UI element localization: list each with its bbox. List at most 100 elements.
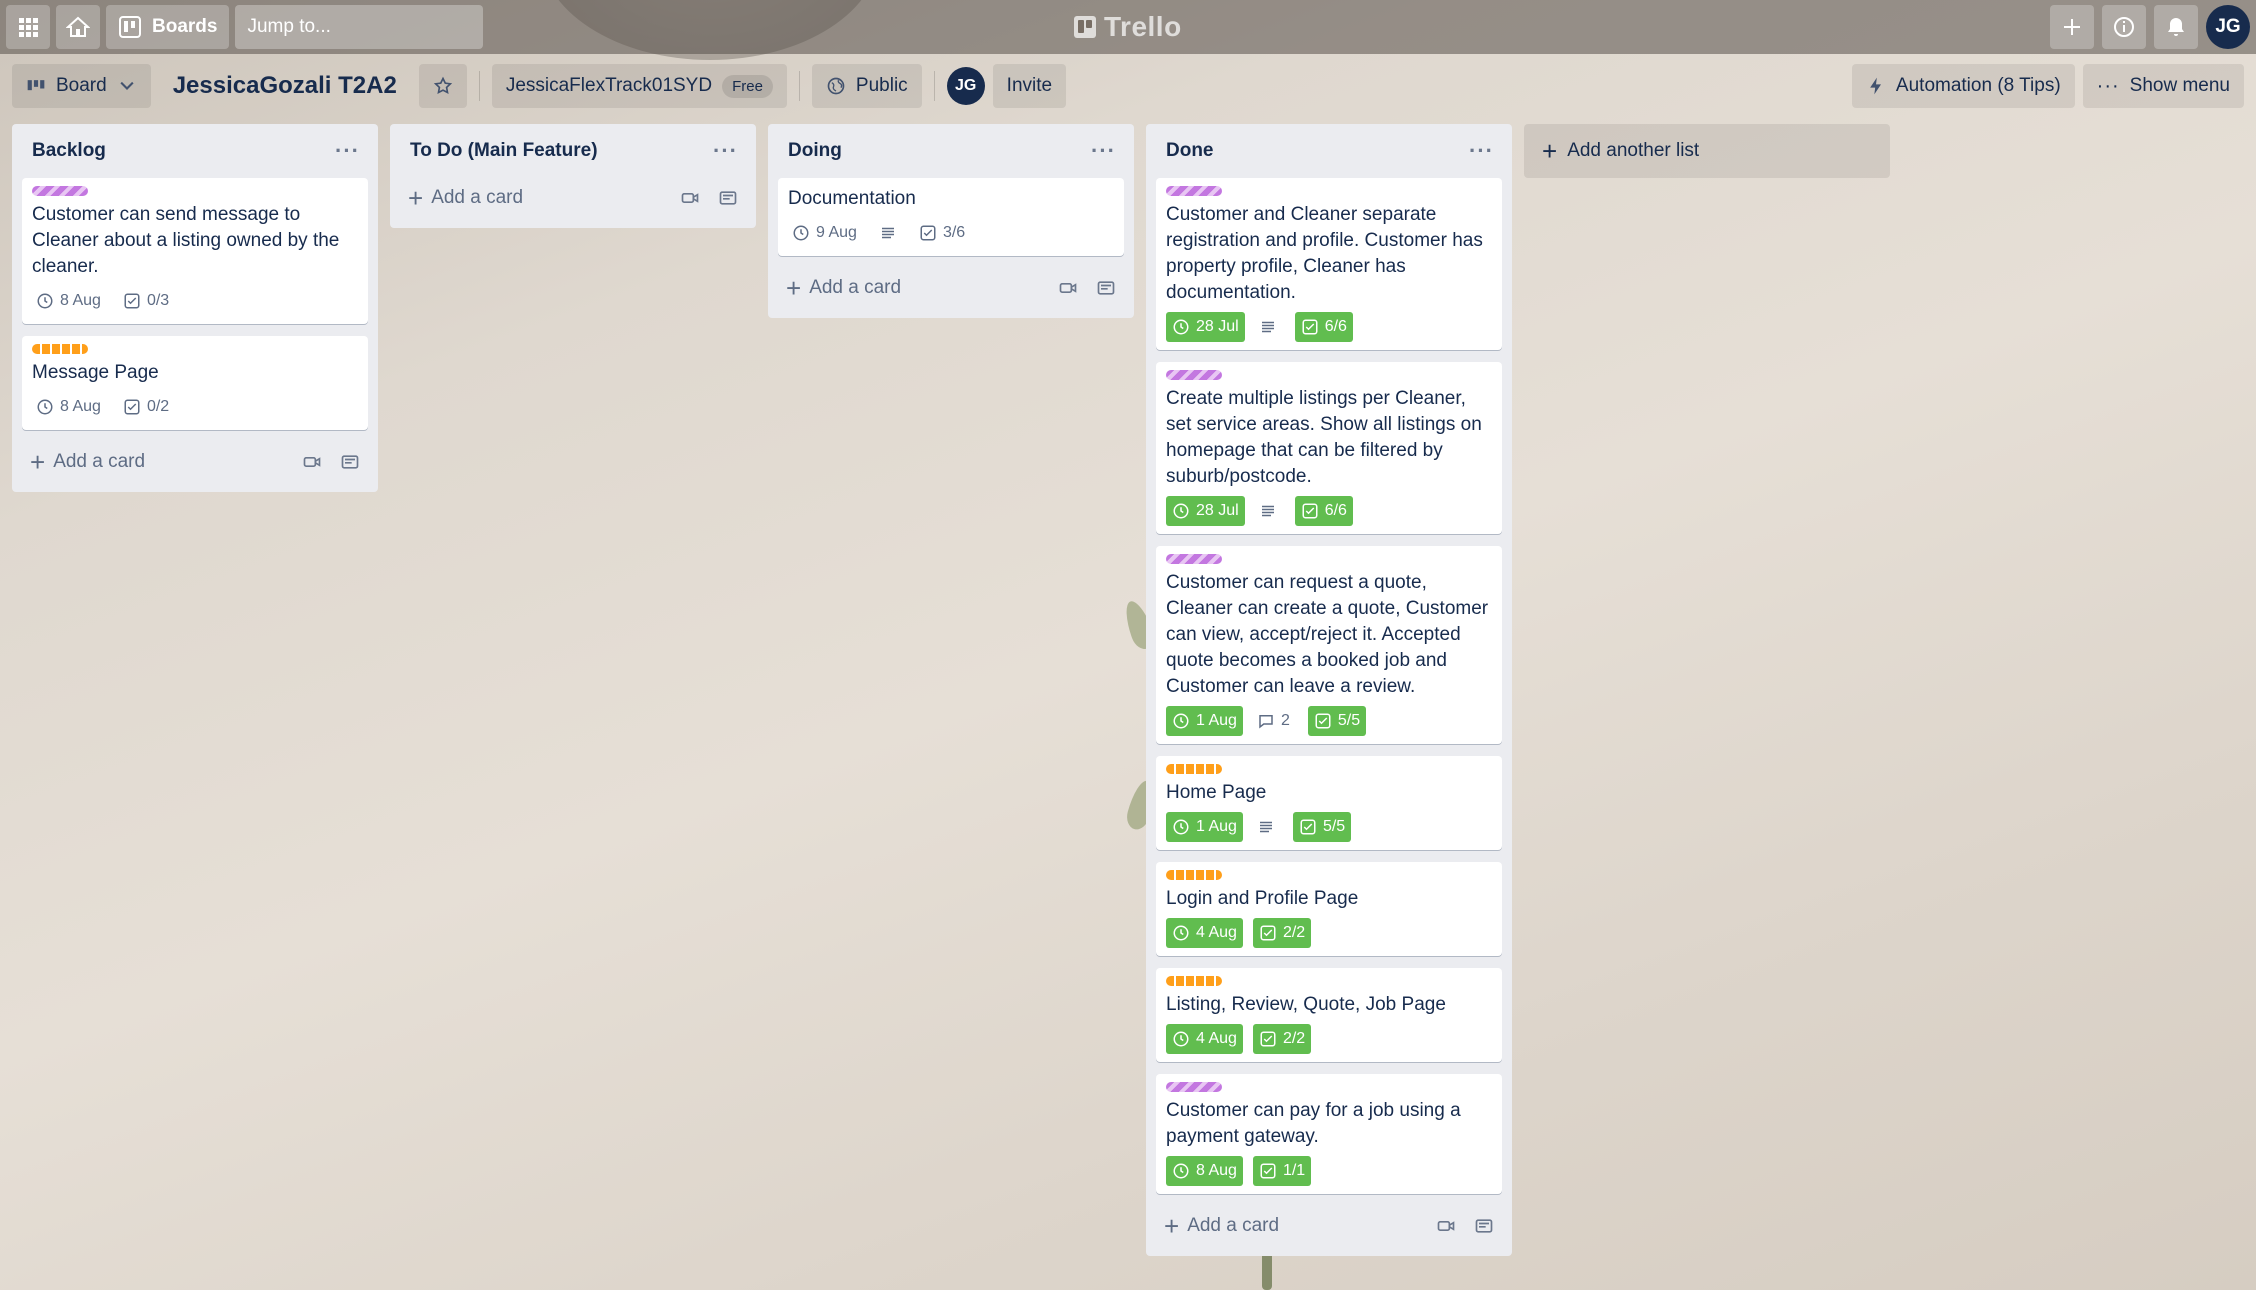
workspace-button[interactable]: JessicaFlexTrack01SYD Free (491, 64, 787, 108)
list-actions-icon[interactable]: ··· (1469, 138, 1494, 164)
card[interactable]: Customer can pay for a job using a payme… (1156, 1074, 1502, 1194)
header-divider (478, 71, 480, 101)
card[interactable]: Message Page 8 Aug 0/2 (22, 336, 368, 430)
board-member-avatar[interactable]: JG (946, 67, 985, 105)
due-date-badge[interactable]: 28 Jul (1166, 312, 1245, 342)
notifications-button[interactable] (2154, 5, 2198, 49)
camera-icon[interactable] (680, 188, 700, 208)
due-date-badge[interactable]: 8 Aug (1166, 1156, 1243, 1186)
visibility-button[interactable]: Public (811, 64, 922, 108)
due-date-text: 1 Aug (1196, 818, 1237, 835)
add-card-button[interactable]: + Add a card (1156, 1206, 1502, 1246)
card-label-orange[interactable] (1166, 870, 1222, 880)
add-card-icons (284, 452, 360, 472)
template-icon[interactable] (718, 188, 738, 208)
due-date-text: 8 Aug (1196, 1162, 1237, 1179)
due-date-badge[interactable]: 4 Aug (1166, 1024, 1243, 1054)
checklist-icon (124, 293, 140, 309)
due-date-badge[interactable]: 1 Aug (1166, 706, 1243, 736)
card[interactable]: Home Page 1 Aug 5/5 (1156, 756, 1502, 850)
add-card-button[interactable]: + Add a card (22, 442, 368, 482)
header-divider (933, 71, 935, 101)
show-menu-button[interactable]: ··· Show menu (2082, 64, 2244, 108)
list-actions-icon[interactable]: ··· (1091, 138, 1116, 164)
due-date-text: 4 Aug (1196, 1030, 1237, 1047)
checklist-badge: 1/1 (1252, 1156, 1312, 1186)
due-date-badge[interactable]: 4 Aug (1166, 918, 1243, 948)
card-label-orange[interactable] (32, 344, 88, 354)
card[interactable]: Create multiple listings per Cleaner, se… (1156, 362, 1502, 534)
card[interactable]: Customer can send message to Cleaner abo… (22, 178, 368, 324)
clock-icon (37, 293, 53, 309)
card[interactable]: Listing, Review, Quote, Job Page 4 Aug 2/2 (1156, 968, 1502, 1062)
invite-button[interactable]: Invite (992, 64, 1067, 108)
search-input[interactable] (247, 16, 493, 38)
list-title[interactable]: Done (1166, 140, 1214, 162)
list-backlog: Backlog ··· Customer can send message to C… (12, 124, 378, 492)
due-date-badge[interactable]: 28 Jul (1166, 496, 1245, 526)
card-label-orange[interactable] (1166, 764, 1222, 774)
star-board-button[interactable] (418, 64, 467, 108)
card-label-purple[interactable] (1166, 370, 1222, 380)
add-card-button[interactable]: + Add a card (400, 178, 746, 218)
list-title[interactable]: Backlog (32, 140, 106, 162)
due-date-badge[interactable]: 8 Aug (32, 392, 105, 422)
add-card-label: Add a card (809, 277, 902, 298)
lightning-icon (1870, 77, 1881, 95)
card-label-orange[interactable] (1166, 976, 1222, 986)
comments-badge: 2 (1253, 706, 1294, 736)
list-title[interactable]: Doing (788, 140, 842, 162)
card[interactable]: Documentation 9 Aug 3/6 (778, 178, 1124, 256)
card-badges: 4 Aug 2/2 (1166, 918, 1492, 948)
camera-icon[interactable] (1058, 278, 1078, 298)
automation-button[interactable]: Automation (8 Tips) (1851, 64, 2075, 108)
add-card-label-wrap: + Add a card (408, 185, 523, 211)
checklist-count: 1/1 (1282, 1162, 1306, 1179)
search-box[interactable] (235, 5, 493, 49)
card-label-purple[interactable] (1166, 186, 1222, 196)
create-button[interactable] (2050, 5, 2094, 49)
due-date-badge[interactable]: 8 Aug (32, 286, 105, 316)
workspace-name: JessicaFlexTrack01SYD (505, 75, 713, 96)
checklist-badge: 5/5 (1292, 812, 1352, 842)
card-badges: 1 Aug 2 5/5 (1166, 706, 1492, 736)
home-icon (66, 16, 90, 37)
list-actions-icon[interactable]: ··· (335, 138, 360, 164)
card[interactable]: Customer and Cleaner separate registrati… (1156, 178, 1502, 350)
add-another-list-button[interactable]: + Add another list (1524, 124, 1890, 178)
card-label-purple[interactable] (1166, 554, 1222, 564)
card[interactable]: Login and Profile Page 4 Aug 2/2 (1156, 862, 1502, 956)
list-title[interactable]: To Do (Main Feature) (410, 140, 598, 162)
checklist-count: 3/6 (942, 224, 966, 241)
home-button[interactable] (56, 5, 100, 49)
clock-icon (793, 225, 809, 241)
description-badge (1255, 312, 1281, 342)
user-avatar[interactable]: JG (2206, 5, 2250, 49)
due-date-badge[interactable]: 1 Aug (1166, 812, 1243, 842)
card-badges: 9 Aug 3/6 (788, 218, 1114, 248)
apps-menu-button[interactable] (6, 5, 50, 49)
bell-icon (2168, 18, 2184, 36)
board-icon (119, 16, 141, 38)
camera-icon[interactable] (302, 452, 322, 472)
template-icon[interactable] (1474, 1216, 1494, 1236)
list-actions-icon[interactable]: ··· (713, 138, 738, 164)
description-icon (1259, 821, 1272, 833)
template-icon[interactable] (340, 452, 360, 472)
add-card-icons (662, 188, 738, 208)
checklist-icon (124, 399, 140, 415)
board-view-switcher[interactable]: Board (12, 64, 151, 108)
checklist-icon (1300, 819, 1316, 835)
due-date-badge[interactable]: 9 Aug (788, 218, 861, 248)
card[interactable]: Customer can request a quote, Cleaner ca… (1156, 546, 1502, 744)
trello-logo[interactable]: Trello (1074, 11, 1182, 43)
card-label-purple[interactable] (32, 186, 88, 196)
add-card-button[interactable]: + Add a card (778, 268, 1124, 308)
card-label-purple[interactable] (1166, 1082, 1222, 1092)
template-icon[interactable] (1096, 278, 1116, 298)
camera-icon[interactable] (1436, 1216, 1456, 1236)
boards-button[interactable]: Boards (106, 5, 230, 49)
board-title[interactable]: JessicaGozali T2A2 (173, 72, 397, 100)
clock-icon (1173, 1163, 1189, 1179)
info-button[interactable] (2102, 5, 2146, 49)
